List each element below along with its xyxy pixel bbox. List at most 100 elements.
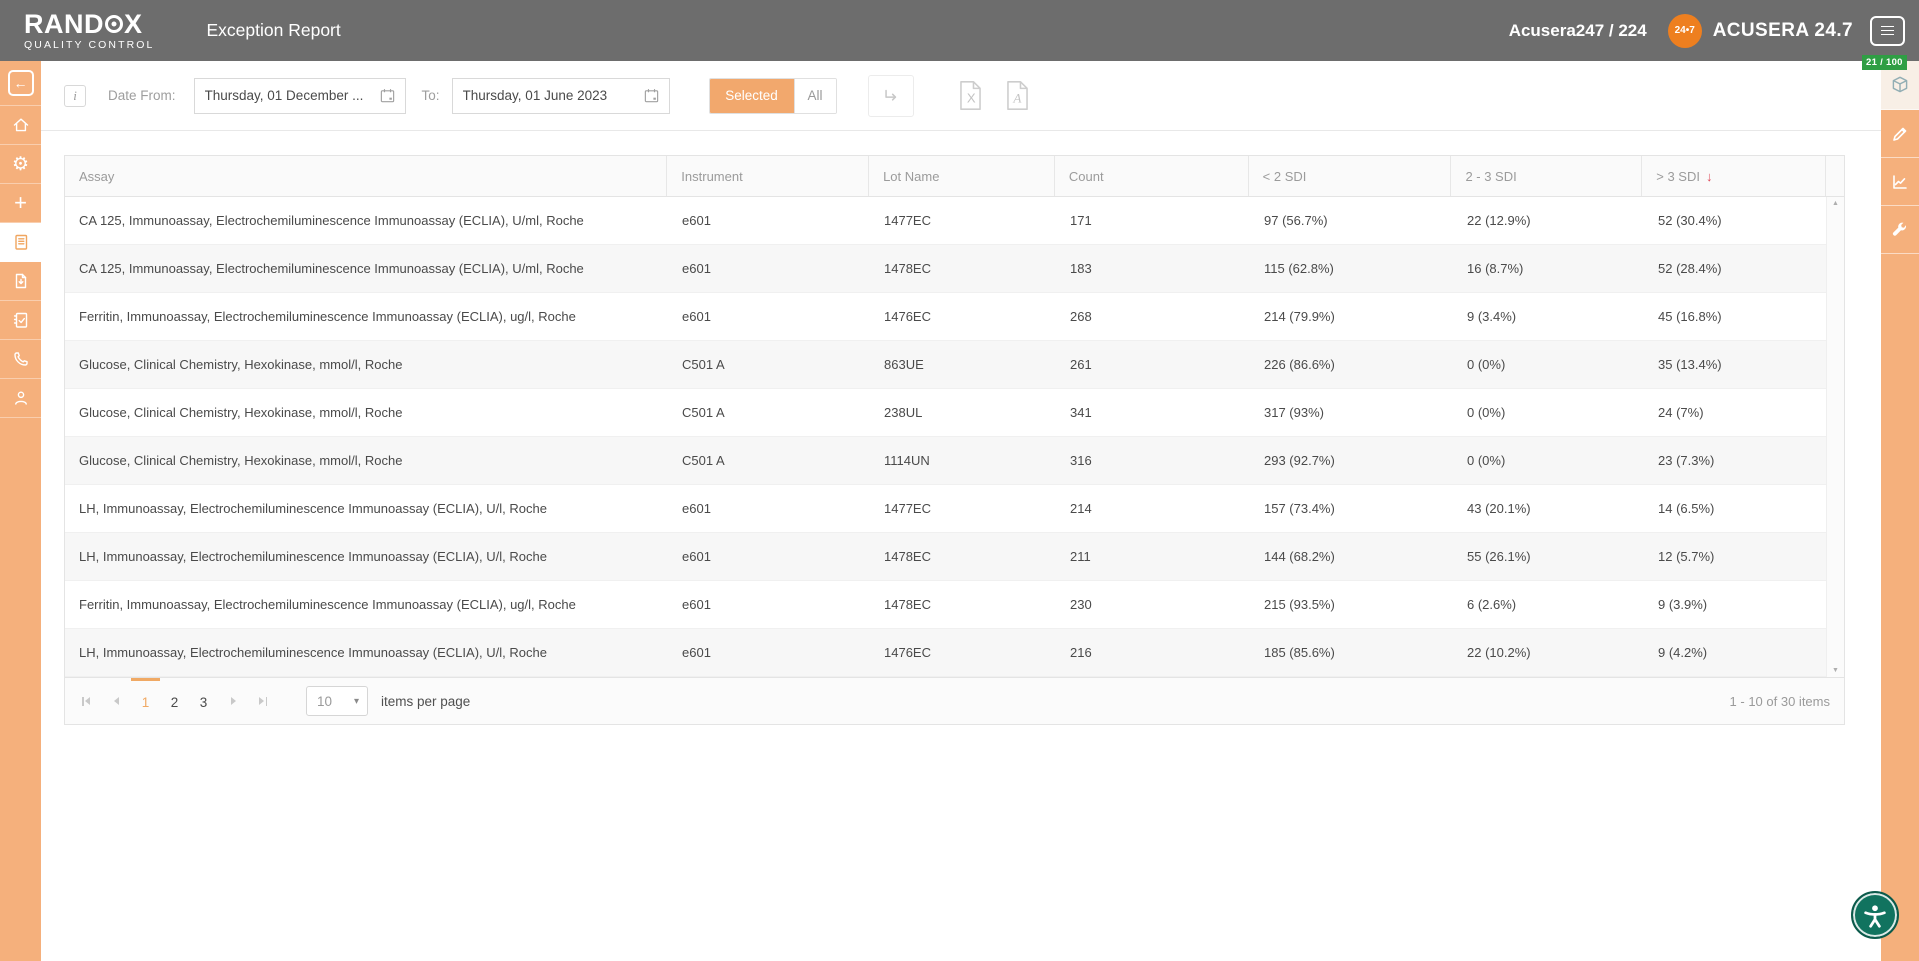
cell-instrument: e601 [668, 245, 870, 292]
sidebar-item-settings[interactable]: ⚙ [0, 145, 41, 184]
svg-text:A: A [1012, 91, 1022, 106]
calendar-icon [643, 87, 660, 104]
items-per-page-label: items per page [381, 694, 470, 709]
cell-2-3-sdi: 9 (3.4%) [1453, 293, 1644, 340]
table-row[interactable]: CA 125, Immunoassay, Electrochemilumines… [65, 197, 1844, 245]
cell-gt-3-sdi: 35 (13.4%) [1644, 341, 1828, 388]
cell-2-3-sdi: 43 (20.1%) [1453, 485, 1644, 532]
all-toggle-button[interactable]: All [794, 79, 836, 113]
cell-gt-3-sdi: 52 (30.4%) [1644, 197, 1828, 244]
column-header-assay[interactable]: Assay [65, 156, 667, 196]
logo-wordmark: RAND X [24, 11, 155, 38]
column-header-lt-2-sdi[interactable]: < 2 SDI [1249, 156, 1452, 196]
cell-gt-3-sdi: 45 (16.8%) [1644, 293, 1828, 340]
info-button[interactable]: i [64, 85, 86, 107]
previous-page-button[interactable] [101, 678, 131, 724]
logo-text-after-o: X [124, 11, 143, 38]
scroll-up-icon[interactable]: ▲ [1832, 200, 1839, 207]
cell-lot-name: 1476EC [870, 293, 1056, 340]
page-button-2[interactable]: 2 [160, 678, 189, 725]
cell-count: 268 [1056, 293, 1250, 340]
table-row[interactable]: LH, Immunoassay, Electrochemiluminescenc… [65, 629, 1844, 677]
go-to-report-button[interactable] [868, 75, 914, 117]
sidebar-item-profile[interactable] [0, 379, 41, 418]
chevron-down-icon: ▾ [354, 696, 359, 707]
selected-toggle-button[interactable]: Selected [710, 79, 794, 113]
cell-assay: CA 125, Immunoassay, Electrochemilumines… [65, 245, 668, 292]
sidebar-item-back[interactable]: ← [0, 61, 41, 106]
annotate-button[interactable] [1881, 110, 1919, 158]
cell-count: 230 [1056, 581, 1250, 628]
sidebar-item-document-download[interactable] [0, 262, 41, 301]
cell-2-3-sdi: 0 (0%) [1453, 341, 1644, 388]
grid-vertical-scrollbar[interactable]: ▲ ▼ [1826, 197, 1844, 677]
export-excel-button[interactable]: X [957, 80, 984, 111]
cell-lot-name: 1477EC [870, 197, 1056, 244]
table-row[interactable]: Ferritin, Immunoassay, Electrochemilumin… [65, 293, 1844, 341]
table-row[interactable]: LH, Immunoassay, Electrochemiluminescenc… [65, 533, 1844, 581]
tools-button[interactable] [1881, 206, 1919, 254]
cell-lt-2-sdi: 317 (93%) [1250, 389, 1453, 436]
date-from-input[interactable]: Thursday, 01 December ... [194, 78, 406, 114]
column-header-count[interactable]: Count [1055, 156, 1249, 196]
cell-count: 316 [1056, 437, 1250, 484]
home-icon [11, 115, 31, 135]
page-size-dropdown[interactable]: 10 ▾ [306, 686, 368, 716]
cell-gt-3-sdi: 23 (7.3%) [1644, 437, 1828, 484]
logo-o-icon [105, 15, 123, 33]
accessibility-button[interactable] [1851, 891, 1899, 939]
hamburger-menu-button[interactable] [1870, 16, 1905, 46]
first-page-button[interactable] [71, 678, 101, 724]
cell-instrument: C501 A [668, 389, 870, 436]
sidebar-item-contact[interactable] [0, 340, 41, 379]
cell-gt-3-sdi: 12 (5.7%) [1644, 533, 1828, 580]
charts-button[interactable] [1881, 158, 1919, 206]
cell-assay: Glucose, Clinical Chemistry, Hexokinase,… [65, 341, 668, 388]
date-to-input[interactable]: Thursday, 01 June 2023 [452, 78, 670, 114]
cell-count: 183 [1056, 245, 1250, 292]
last-page-button[interactable] [248, 678, 278, 724]
cell-lot-name: 1477EC [870, 485, 1056, 532]
first-page-icon [82, 697, 84, 706]
scroll-down-icon[interactable]: ▼ [1832, 667, 1839, 674]
page-button-3[interactable]: 3 [189, 678, 218, 725]
cell-gt-3-sdi: 52 (28.4%) [1644, 245, 1828, 292]
column-header-gt-3-sdi[interactable]: > 3 SDI↓ [1642, 156, 1826, 196]
redirect-arrow-icon [880, 85, 902, 107]
cell-count: 341 [1056, 389, 1250, 436]
table-row[interactable]: Glucose, Clinical Chemistry, Hexokinase,… [65, 341, 1844, 389]
cell-lt-2-sdi: 214 (79.9%) [1250, 293, 1453, 340]
cell-2-3-sdi: 0 (0%) [1453, 437, 1644, 484]
gear-icon: ⚙ [12, 155, 29, 174]
date-from-label: Date From: [108, 88, 176, 103]
table-row[interactable]: Glucose, Clinical Chemistry, Hexokinase,… [65, 437, 1844, 485]
cell-assay: LH, Immunoassay, Electrochemiluminescenc… [65, 533, 668, 580]
sidebar-item-home[interactable] [0, 106, 41, 145]
cell-gt-3-sdi: 24 (7%) [1644, 389, 1828, 436]
export-pdf-button[interactable]: A [1004, 80, 1031, 111]
table-row[interactable]: CA 125, Immunoassay, Electrochemilumines… [65, 245, 1844, 293]
column-header-instrument[interactable]: Instrument [667, 156, 869, 196]
exception-report-grid: Assay Instrument Lot Name Count < 2 SDI … [64, 155, 1845, 725]
table-row[interactable]: Glucose, Clinical Chemistry, Hexokinase,… [65, 389, 1844, 437]
table-row[interactable]: LH, Immunoassay, Electrochemiluminescenc… [65, 485, 1844, 533]
page-range-label: 1 - 10 of 30 items [1730, 694, 1830, 709]
back-arrow-icon: ← [8, 70, 34, 96]
sidebar-item-reports[interactable] [0, 223, 41, 262]
checklist-icon [11, 310, 31, 330]
column-header-2-3-sdi[interactable]: 2 - 3 SDI [1451, 156, 1642, 196]
page-button-1[interactable]: 1 [131, 678, 160, 725]
logo-text-before-o: RAND [24, 11, 104, 38]
cell-instrument: e601 [668, 293, 870, 340]
column-header-lot-name[interactable]: Lot Name [869, 156, 1055, 196]
sidebar-item-add[interactable]: + [0, 184, 41, 223]
cell-lt-2-sdi: 115 (62.8%) [1250, 245, 1453, 292]
cell-gt-3-sdi: 9 (3.9%) [1644, 581, 1828, 628]
cell-lt-2-sdi: 97 (56.7%) [1250, 197, 1453, 244]
table-row[interactable]: Ferritin, Immunoassay, Electrochemilumin… [65, 581, 1844, 629]
next-page-button[interactable] [218, 678, 248, 724]
sidebar-item-checklist[interactable] [0, 301, 41, 340]
cell-2-3-sdi: 22 (12.9%) [1453, 197, 1644, 244]
cell-instrument: C501 A [668, 437, 870, 484]
cell-lot-name: 863UE [870, 341, 1056, 388]
